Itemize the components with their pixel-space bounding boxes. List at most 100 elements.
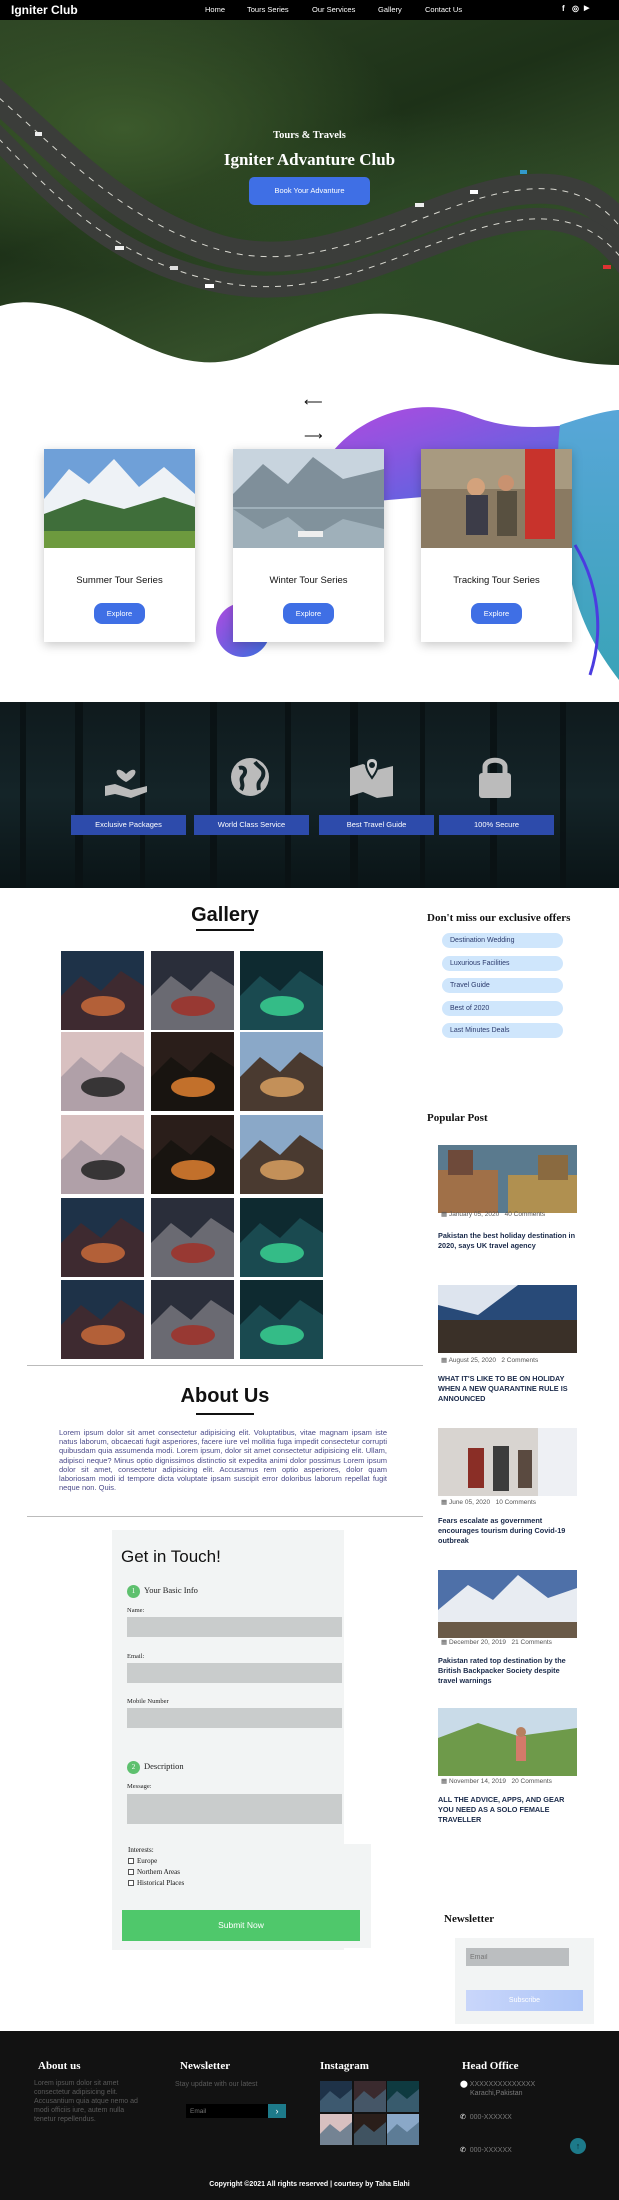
- interest-historical-places[interactable]: Historical Places: [128, 1879, 184, 1887]
- world-class-service-button[interactable]: World Class Service: [194, 815, 309, 835]
- nav-services[interactable]: Our Services: [312, 5, 355, 14]
- gallery-image[interactable]: [151, 1032, 234, 1111]
- title-underline: [196, 929, 254, 931]
- globe-icon: [231, 758, 269, 796]
- step-number: 1: [127, 1585, 140, 1598]
- footer-instagram-title: Instagram: [320, 2060, 369, 2072]
- hand-heart-icon: [105, 769, 147, 798]
- next-arrow-icon[interactable]: ⟶: [304, 429, 323, 442]
- explore-button[interactable]: Explore: [471, 603, 522, 624]
- name-label: Name:: [127, 1607, 145, 1614]
- footer-email-input[interactable]: [186, 2104, 268, 2118]
- secure-button[interactable]: 100% Secure: [439, 815, 554, 835]
- nav-contact[interactable]: Contact Us: [425, 5, 462, 14]
- prev-arrow-icon[interactable]: ⟵: [304, 395, 323, 408]
- book-adventure-button[interactable]: Book Your Advanture: [249, 177, 370, 205]
- post-comments: 21 Comments: [511, 1639, 552, 1646]
- checkbox[interactable]: [128, 1869, 134, 1875]
- post-image: [438, 1708, 577, 1776]
- gallery-image[interactable]: [61, 1032, 144, 1111]
- message-label: Message:: [127, 1783, 152, 1790]
- gallery-image[interactable]: [151, 951, 234, 1030]
- interest-northern-areas[interactable]: Northern Areas: [128, 1868, 180, 1876]
- tracking-tour-image: [421, 449, 572, 548]
- title-underline: [196, 1413, 254, 1415]
- footer-newsletter-text: Stay update with our latest: [175, 2081, 258, 2088]
- instagram-image[interactable]: [354, 2114, 386, 2145]
- checkbox[interactable]: [128, 1858, 134, 1864]
- instagram-image[interactable]: [354, 2081, 386, 2112]
- offer-item[interactable]: Destination Wedding: [442, 933, 563, 948]
- checkbox[interactable]: [128, 1880, 134, 1886]
- gallery-image[interactable]: [240, 1198, 323, 1277]
- post-meta: ▦ August 25, 2020 2 Comments: [441, 1357, 539, 1364]
- gallery-image[interactable]: [240, 1280, 323, 1359]
- step-basic-info: 1 Your Basic Info: [127, 1585, 198, 1598]
- gallery-image[interactable]: [151, 1115, 234, 1194]
- gallery-image[interactable]: [61, 1115, 144, 1194]
- footer-about-title: About us: [38, 2060, 81, 2072]
- explore-button[interactable]: Explore: [283, 603, 334, 624]
- instagram-image[interactable]: [387, 2081, 419, 2112]
- youtube-icon[interactable]: ▶: [584, 4, 589, 12]
- email-label: Email:: [127, 1653, 145, 1660]
- offer-item[interactable]: Last Minutes Deals: [442, 1023, 563, 1038]
- name-field[interactable]: [127, 1617, 342, 1637]
- winter-tour-image: [233, 449, 384, 548]
- nav-home[interactable]: Home: [205, 5, 225, 14]
- mobile-label: Mobile Number: [127, 1698, 169, 1705]
- phone-number: 000-XXXXXX: [469, 2114, 512, 2121]
- checkbox-label: Historical Places: [137, 1879, 185, 1887]
- instagram-image[interactable]: [320, 2114, 352, 2145]
- post-meta: ▦ December 20, 2019 21 Comments: [441, 1639, 552, 1646]
- offer-item[interactable]: Luxurious Facilities: [442, 956, 563, 971]
- offer-item[interactable]: Travel Guide: [442, 978, 563, 993]
- facebook-icon[interactable]: f: [562, 4, 565, 13]
- step-label: Description: [144, 1761, 184, 1771]
- copyright: Copyright ©2021 All rights reserved | co…: [209, 2181, 410, 2188]
- footer-address: ⬤ XXXXXXXXXXXXXX Karachi,Pakistan: [460, 2080, 535, 2098]
- newsletter-email-input[interactable]: [466, 1948, 569, 1966]
- gallery-title: Gallery: [191, 904, 259, 926]
- step-label: Your Basic Info: [144, 1585, 198, 1595]
- post-title[interactable]: ALL THE ADVICE, APPS, AND GEAR YOU NEED …: [438, 1795, 578, 1825]
- gallery-image[interactable]: [151, 1198, 234, 1277]
- nav-tours[interactable]: Tours Series: [247, 5, 289, 14]
- brand-logo[interactable]: Igniter Club: [11, 3, 78, 17]
- mobile-field[interactable]: [127, 1708, 342, 1728]
- gallery-image[interactable]: [240, 951, 323, 1030]
- form-title: Get in Touch!: [121, 1547, 221, 1566]
- tour-card-title: Winter Tour Series: [269, 575, 348, 586]
- gallery-image[interactable]: [61, 1198, 144, 1277]
- email-field[interactable]: [127, 1663, 342, 1683]
- post-title[interactable]: Pakistan rated top destination by the Br…: [438, 1656, 578, 1686]
- post-image: [438, 1570, 577, 1638]
- exclusive-packages-button[interactable]: Exclusive Packages: [71, 815, 186, 835]
- subscribe-button[interactable]: Subscribe: [466, 1990, 583, 2011]
- submit-button[interactable]: Submit Now: [122, 1910, 360, 1941]
- instagram-image[interactable]: [320, 2081, 352, 2112]
- best-travel-guide-button[interactable]: Best Travel Guide: [319, 815, 434, 835]
- post-title[interactable]: WHAT IT'S LIKE TO BE ON HOLIDAY WHEN A N…: [438, 1374, 578, 1404]
- gallery-image[interactable]: [240, 1032, 323, 1111]
- gallery-image[interactable]: [61, 1280, 144, 1359]
- footer-phone-1: ✆ 000-XXXXXX: [460, 2113, 512, 2122]
- tour-card-tracking: Tracking Tour Series Explore: [421, 449, 572, 642]
- gallery-image[interactable]: [151, 1280, 234, 1359]
- explore-button[interactable]: Explore: [94, 603, 145, 624]
- interest-europe[interactable]: Europe: [128, 1857, 157, 1865]
- nav-gallery[interactable]: Gallery: [378, 5, 402, 14]
- message-field[interactable]: [127, 1794, 342, 1824]
- post-title[interactable]: Fears escalate as government encourages …: [438, 1516, 578, 1546]
- divider: [27, 1516, 423, 1517]
- tour-card-winter: Winter Tour Series Explore: [233, 449, 384, 642]
- gallery-image[interactable]: [240, 1115, 323, 1194]
- post-title[interactable]: Pakistan the best holiday destination in…: [438, 1231, 578, 1251]
- scroll-top-button[interactable]: ↑: [570, 2138, 586, 2154]
- footer-subscribe-button[interactable]: ›: [268, 2104, 286, 2118]
- instagram-icon[interactable]: ◎: [572, 4, 579, 13]
- offer-item[interactable]: Best of 2020: [442, 1001, 563, 1016]
- post-date: December 20, 2019: [448, 1639, 507, 1646]
- gallery-image[interactable]: [61, 951, 144, 1030]
- instagram-image[interactable]: [387, 2114, 419, 2145]
